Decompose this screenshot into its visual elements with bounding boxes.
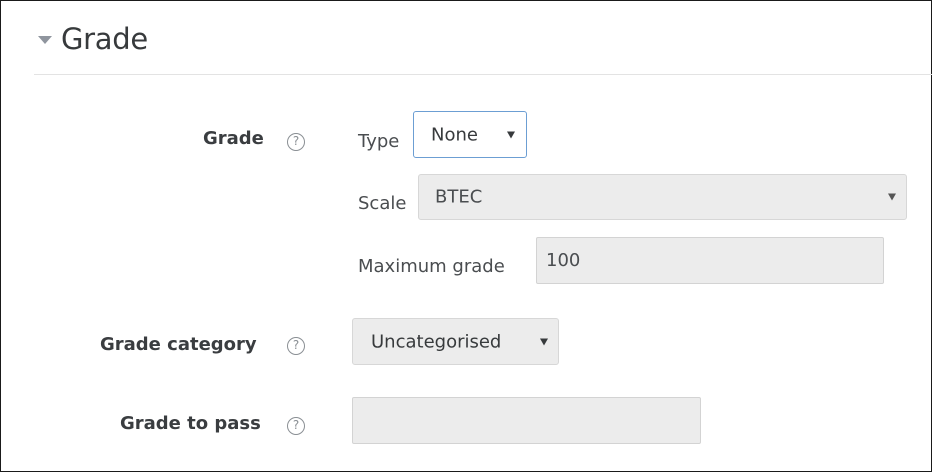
collapse-caret-icon[interactable] — [38, 36, 52, 44]
type-label: Type — [358, 131, 400, 152]
grade-scale-select[interactable]: BTEC — [418, 174, 907, 220]
grade-category-select[interactable]: Uncategorised — [352, 318, 559, 365]
chevron-down-icon — [540, 338, 548, 345]
grade-category-value: Uncategorised — [371, 331, 502, 352]
section-divider — [34, 74, 932, 75]
grade-to-pass-label: Grade to pass — [120, 413, 261, 434]
section-title: Grade — [61, 22, 148, 56]
maximum-grade-label: Maximum grade — [358, 256, 505, 277]
grade-label: Grade — [203, 128, 264, 149]
chevron-down-icon — [888, 193, 896, 201]
grade-category-label: Grade category — [100, 334, 257, 355]
grade-type-select[interactable]: None — [413, 111, 527, 158]
maximum-grade-input[interactable] — [536, 237, 884, 284]
grade-help-icon[interactable]: ? — [287, 133, 305, 151]
grade-scale-value: BTEC — [435, 186, 483, 208]
scale-label: Scale — [358, 193, 407, 214]
grade-category-help-icon[interactable]: ? — [287, 337, 305, 355]
chevron-down-icon — [507, 131, 515, 138]
grade-section-toggle[interactable]: Grade — [38, 22, 148, 56]
grade-to-pass-help-icon[interactable]: ? — [287, 417, 305, 435]
grade-type-value: None — [431, 124, 478, 145]
grade-to-pass-input[interactable] — [352, 397, 701, 444]
